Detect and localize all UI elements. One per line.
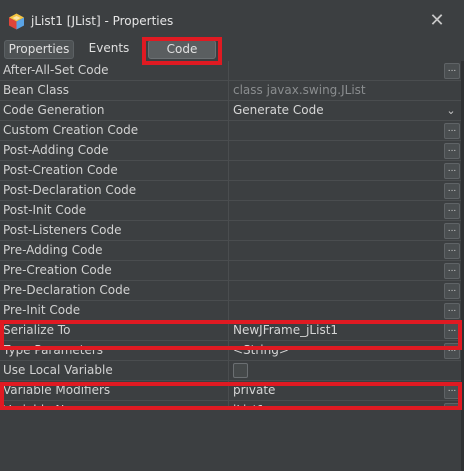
ellipsis-button[interactable]: ... xyxy=(444,323,460,339)
property-row-variable-modifiers[interactable]: Variable Modifiers private ... xyxy=(0,381,461,401)
property-row-use-local-variable[interactable]: Use Local Variable xyxy=(0,361,461,381)
column-divider xyxy=(228,361,229,380)
window-title: jList1 [JList] - Properties xyxy=(31,14,174,28)
property-row-post-adding-code[interactable]: Post-Adding Code ... xyxy=(0,141,461,161)
ellipsis-button[interactable]: ... xyxy=(444,343,460,359)
ellipsis-button[interactable]: ... xyxy=(444,223,460,239)
chevron-down-icon[interactable]: ⌄ xyxy=(445,101,457,120)
ellipsis-button[interactable]: ... xyxy=(444,243,460,259)
tab-properties[interactable]: Properties xyxy=(4,40,74,59)
property-row-after-all-set-code[interactable]: After-All-Set Code ... xyxy=(0,61,461,81)
property-value[interactable] xyxy=(229,281,443,300)
property-value[interactable] xyxy=(229,181,443,200)
title-bar: jList1 [JList] - Properties ✕ xyxy=(0,0,464,38)
property-row-pre-adding-code[interactable]: Pre-Adding Code ... xyxy=(0,241,461,261)
ellipsis-button[interactable]: ... xyxy=(444,183,460,199)
ellipsis-button[interactable]: ... xyxy=(444,383,460,399)
ellipsis-button[interactable]: ... xyxy=(444,283,460,299)
ellipsis-button[interactable]: ... xyxy=(444,303,460,319)
property-row-pre-declaration-code[interactable]: Pre-Declaration Code ... xyxy=(0,281,461,301)
property-value[interactable] xyxy=(229,261,443,280)
property-name: Custom Creation Code xyxy=(3,123,139,137)
property-name: Pre-Creation Code xyxy=(3,263,112,277)
type-parameters-field[interactable]: <String> xyxy=(229,341,443,360)
property-value[interactable]: NewJFrame_jList1 xyxy=(229,321,443,340)
close-icon[interactable]: ✕ xyxy=(428,12,446,30)
property-sheet: After-All-Set Code ... Bean Class class … xyxy=(0,61,461,421)
ellipsis-button[interactable]: ... xyxy=(444,163,460,179)
ellipsis-button[interactable]: ... xyxy=(444,63,460,79)
property-value[interactable] xyxy=(229,121,443,140)
property-row-post-init-code[interactable]: Post-Init Code ... xyxy=(0,201,461,221)
property-row-post-listeners-code[interactable]: Post-Listeners Code ... xyxy=(0,221,461,241)
code-generation-select[interactable]: Generate Code xyxy=(229,101,443,120)
property-name: Pre-Adding Code xyxy=(3,243,103,257)
use-local-variable-checkbox[interactable] xyxy=(233,363,248,378)
property-value[interactable] xyxy=(229,141,443,160)
property-row-post-declaration-code[interactable]: Post-Declaration Code ... xyxy=(0,181,461,201)
property-name: After-All-Set Code xyxy=(3,63,109,77)
ellipsis-button[interactable]: ... xyxy=(444,203,460,219)
property-row-type-parameters[interactable]: Type Parameters <String> ... xyxy=(0,341,461,361)
property-name: Post-Adding Code xyxy=(3,143,109,157)
property-value: class javax.swing.JList xyxy=(233,83,366,97)
tab-code[interactable]: Code xyxy=(148,40,216,59)
property-value[interactable] xyxy=(229,201,443,220)
property-name: Code Generation xyxy=(3,103,105,117)
property-name: Pre-Declaration Code xyxy=(3,283,131,297)
property-value[interactable] xyxy=(229,221,443,240)
property-row-pre-creation-code[interactable]: Pre-Creation Code ... xyxy=(0,261,461,281)
ellipsis-button[interactable]: ... xyxy=(444,123,460,139)
ellipsis-button[interactable]: ... xyxy=(444,263,460,279)
property-row-code-generation[interactable]: Code Generation Generate Code ⌄ xyxy=(0,101,461,121)
empty-sheet-area xyxy=(0,408,461,471)
property-value[interactable]: private xyxy=(229,381,443,400)
property-row-post-creation-code[interactable]: Post-Creation Code ... xyxy=(0,161,461,181)
property-name: Serialize To xyxy=(3,323,71,337)
property-row-custom-creation-code[interactable]: Custom Creation Code ... xyxy=(0,121,461,141)
property-value[interactable] xyxy=(229,301,443,320)
property-value[interactable] xyxy=(229,61,443,80)
property-name: Variable Modifiers xyxy=(3,383,111,397)
ellipsis-button[interactable]: ... xyxy=(444,143,460,159)
property-name: Pre-Init Code xyxy=(3,303,81,317)
property-name: Post-Init Code xyxy=(3,203,87,217)
tab-bar: Properties Events Code xyxy=(0,38,464,60)
property-row-pre-init-code[interactable]: Pre-Init Code ... xyxy=(0,301,461,321)
property-name: Post-Declaration Code xyxy=(3,183,137,197)
netbeans-cube-icon xyxy=(9,13,24,30)
property-name: Bean Class xyxy=(3,83,69,97)
property-row-bean-class[interactable]: Bean Class class javax.swing.JList xyxy=(0,81,461,101)
property-name: Post-Listeners Code xyxy=(3,223,122,237)
property-value[interactable] xyxy=(229,161,443,180)
property-row-serialize-to[interactable]: Serialize To NewJFrame_jList1 ... xyxy=(0,321,461,341)
property-name: Use Local Variable xyxy=(3,363,113,377)
property-name: Post-Creation Code xyxy=(3,163,118,177)
property-value[interactable] xyxy=(229,241,443,260)
property-name: Type Parameters xyxy=(3,343,104,357)
tab-events[interactable]: Events xyxy=(84,40,134,57)
